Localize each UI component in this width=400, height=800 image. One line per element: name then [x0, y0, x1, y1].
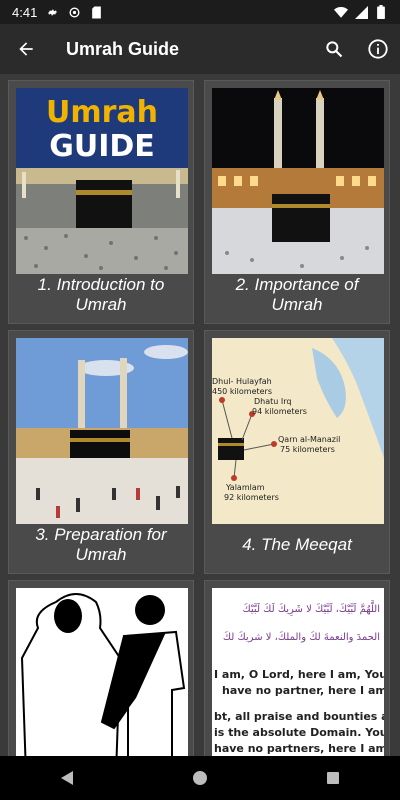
map-label: Dhul- Hulayfah — [212, 377, 272, 386]
arrow-back-icon — [19, 42, 33, 56]
map-label: 94 kilometers — [252, 407, 307, 416]
nav-back-button[interactable] — [37, 756, 97, 800]
chapter-card-6[interactable]: اللَّهُمَّ لَبَّيْكَ، لَبَّيْكَ لا شَرِي… — [204, 580, 390, 756]
back-button[interactable] — [0, 24, 52, 74]
back-triangle-icon — [60, 771, 73, 785]
umrah-guide-cover-image: Umrah GUIDE — [16, 88, 188, 274]
chapter-card-2[interactable]: 2. Importance of Umrah — [204, 80, 390, 324]
chapter-card-4[interactable]: Dhul- Hulayfah 450 kilometers Dhatu Irq … — [204, 330, 390, 574]
ihram-figures-image — [16, 588, 188, 756]
chapter-grid: Umrah GUIDE 1. Introduction to Umrah 2. … — [0, 74, 400, 756]
recents-square-icon — [327, 772, 340, 784]
system-nav-bar — [0, 756, 400, 800]
search-button[interactable] — [312, 24, 356, 74]
english-line: have no partner, here I am. — [222, 684, 384, 697]
home-circle-icon — [192, 771, 207, 785]
chapter-card-label: 4. The Meeqat — [242, 535, 352, 554]
talbiyah-text-image: اللَّهُمَّ لَبَّيْكَ، لَبَّيْكَ لا شَرِي… — [212, 588, 384, 756]
chapter-card-label: 2. Importance of Umrah — [235, 275, 359, 314]
badge-icon — [67, 5, 81, 19]
battery-icon — [374, 5, 388, 19]
sd-card-icon — [89, 5, 103, 19]
chapter-card-1[interactable]: Umrah GUIDE 1. Introduction to Umrah — [8, 80, 194, 324]
map-label: Dhatu Irq — [254, 397, 291, 406]
info-button[interactable] — [356, 24, 400, 74]
chapter-card-3[interactable]: 3. Preparation for Umrah — [8, 330, 194, 574]
info-icon — [368, 39, 388, 59]
english-line: bt, all praise and bounties are — [214, 710, 384, 723]
english-line: I am, O Lord, here I am, You — [214, 668, 384, 681]
content-area[interactable]: Umrah GUIDE 1. Introduction to Umrah 2. … — [0, 74, 400, 756]
nav-home-button[interactable] — [170, 756, 230, 800]
chapter-card-label: 3. Preparation for Umrah — [35, 525, 167, 564]
chapter-card-label: 1. Introduction to Umrah — [37, 275, 165, 314]
chapter-card-5[interactable] — [8, 580, 194, 756]
meeqat-map-image: Dhul- Hulayfah 450 kilometers Dhatu Irq … — [212, 338, 384, 524]
signal-icon — [354, 5, 368, 19]
map-label: Yalamlam — [225, 483, 265, 492]
cover-title-guide: GUIDE — [49, 129, 155, 164]
page-title: Umrah Guide — [66, 38, 180, 59]
app-bar: Umrah Guide — [0, 24, 400, 74]
search-icon — [326, 41, 343, 58]
map-label: 75 kilometers — [280, 445, 335, 454]
kaaba-day-image — [16, 338, 188, 524]
gear-icon — [45, 5, 59, 19]
english-line: have no partners, here I am" — [214, 742, 384, 755]
cover-title-umrah: Umrah — [46, 95, 158, 130]
nav-recents-button[interactable] — [303, 756, 363, 800]
english-line: is the absolute Domain. You — [214, 726, 384, 739]
map-label: 92 kilometers — [224, 493, 279, 502]
kaaba-night-image — [212, 88, 384, 274]
status-time: 4:41 — [12, 4, 38, 20]
map-label: Qarn al-Manazil — [278, 435, 340, 444]
map-label: 450 kilometers — [212, 387, 272, 396]
wifi-icon — [334, 5, 348, 19]
status-bar: 4:41 — [0, 0, 400, 24]
arabic-line: الحمدَ والنعمةَ لكَ والملكَ، لا شريكَ لك… — [223, 631, 380, 643]
